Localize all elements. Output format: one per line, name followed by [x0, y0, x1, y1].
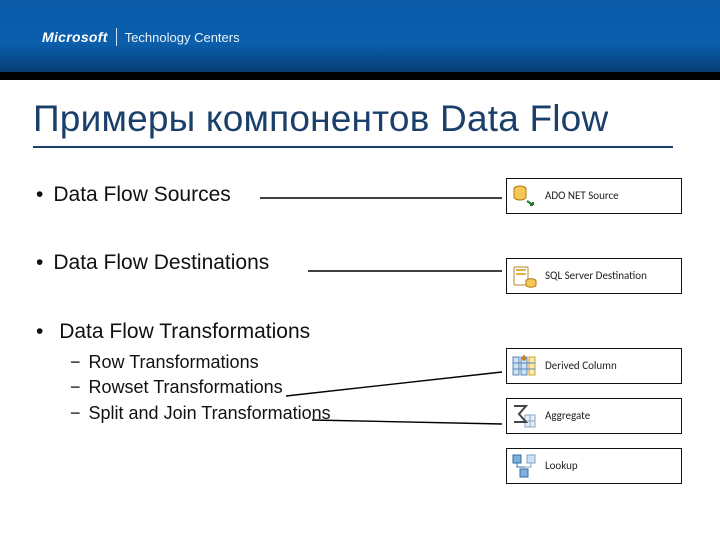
bullet-destinations-label: Data Flow Destinations [53, 251, 269, 274]
sub-rowset-label: Rowset Transformations [89, 377, 283, 397]
component-lookup: Lookup [506, 448, 682, 484]
component-lookup-label: Lookup [545, 460, 578, 472]
sublist-transformations: Row Transformations Rowset Transformatio… [36, 351, 466, 425]
sub-splitjoin: Split and Join Transformations [70, 402, 466, 425]
bullet-sources-label: Data Flow Sources [53, 183, 230, 206]
derived-column-icon [511, 353, 537, 379]
page-title: Примеры компонентов Data Flow [33, 98, 673, 148]
component-derived-label: Derived Column [545, 360, 617, 372]
bullet-list: Data Flow Sources Data Flow Destinations… [36, 182, 466, 427]
bullet-transformations-label: Data Flow Transformations [59, 320, 310, 343]
component-sql-label: SQL Server Destination [545, 270, 647, 282]
component-derived-column: Derived Column [506, 348, 682, 384]
database-destination-icon [511, 263, 537, 289]
sub-rowset: Rowset Transformations [70, 376, 466, 399]
component-aggregate-label: Aggregate [545, 410, 590, 422]
brand-company: Microsoft [42, 29, 108, 45]
sub-row: Row Transformations [70, 351, 466, 374]
brand-separator [116, 28, 117, 46]
slide: Microsoft Technology Centers Примеры ком… [0, 0, 720, 540]
bullet-transformations: Data Flow Transformations Row Transforma… [36, 319, 466, 425]
component-adonet-label: ADO NET Source [545, 190, 619, 202]
brand-sub: Technology Centers [125, 30, 240, 45]
sigma-aggregate-icon [511, 403, 537, 429]
lookup-icon [511, 453, 537, 479]
component-sql-destination: SQL Server Destination [506, 258, 682, 294]
component-column: ADO NET Source SQL Server Destination [506, 178, 682, 508]
sub-splitjoin-label: Split and Join Transformations [89, 403, 331, 423]
header-banner: Microsoft Technology Centers [0, 0, 720, 72]
brand: Microsoft Technology Centers [42, 28, 240, 46]
bullet-destinations: Data Flow Destinations [36, 250, 466, 276]
component-aggregate: Aggregate [506, 398, 682, 434]
component-adonet-source: ADO NET Source [506, 178, 682, 214]
database-source-icon [511, 183, 537, 209]
bullet-sources: Data Flow Sources [36, 182, 466, 208]
sub-row-label: Row Transformations [89, 352, 259, 372]
